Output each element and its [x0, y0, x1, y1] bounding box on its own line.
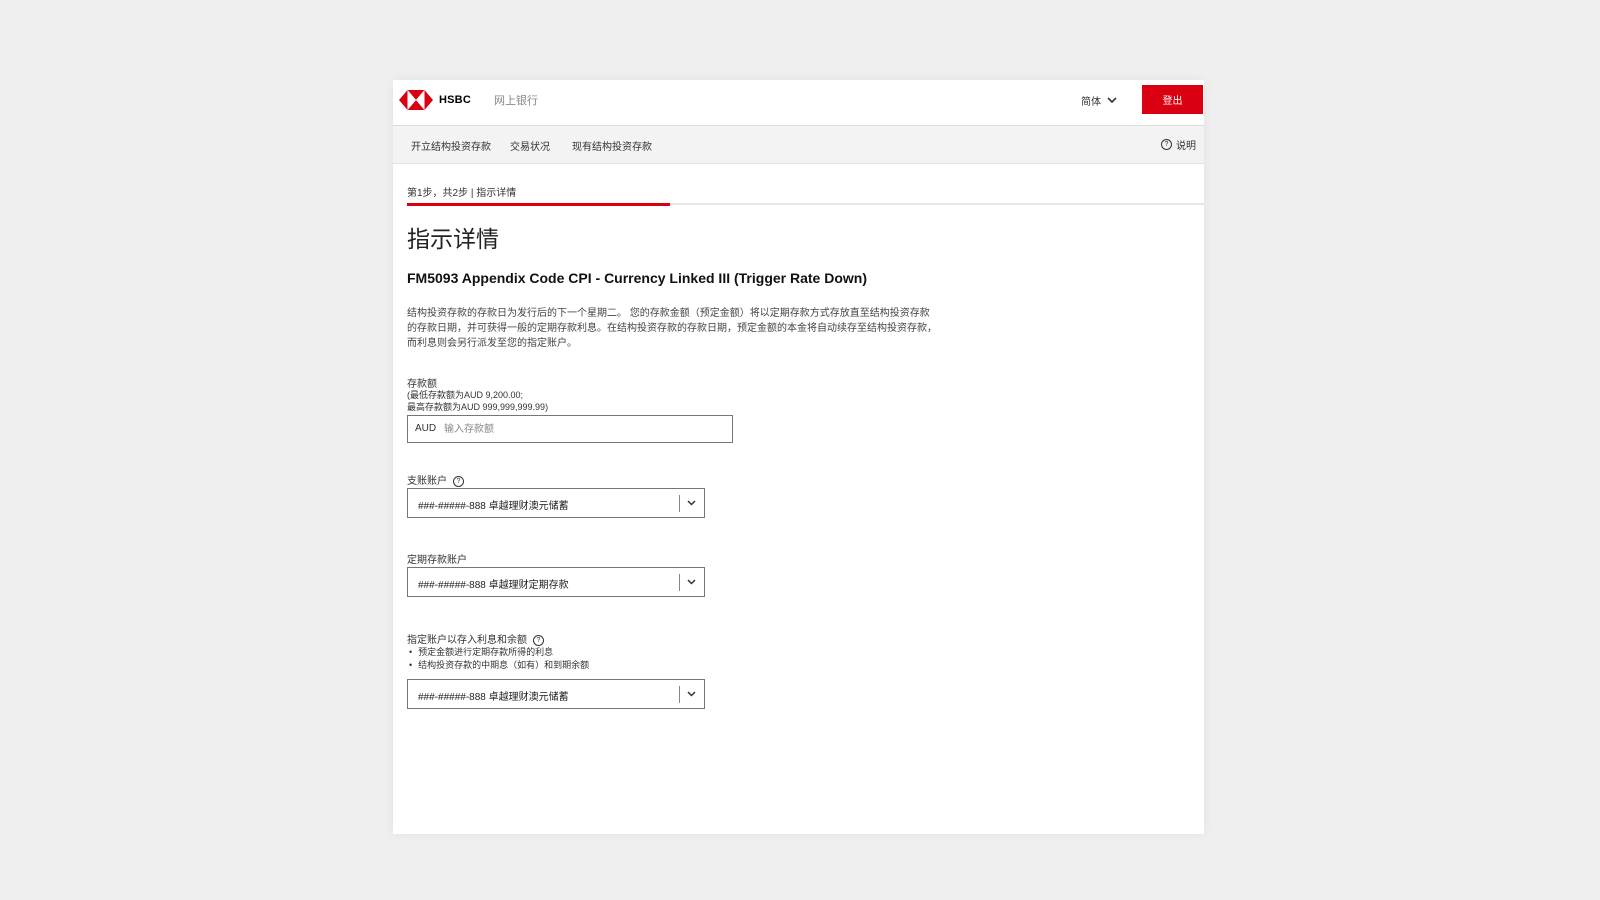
sub-navigation: 开立结构投资存款 交易状况 现有结构投资存款 ? 说明 — [393, 126, 1204, 164]
deposit-amount-label: 存款额 — [407, 379, 437, 390]
logout-button[interactable]: 登出 — [1142, 85, 1203, 114]
select-divider — [679, 574, 680, 591]
chevron-down-icon — [687, 579, 696, 585]
language-selector[interactable]: 简体 — [1081, 93, 1117, 108]
tab-open-structured-deposit[interactable]: 开立结构投资存款 — [411, 138, 491, 153]
step-indicator: 第1步，共2步 | 指示详情 — [407, 188, 517, 199]
app-window: HSBC 网上银行 简体 登出 开立结构投资存款 交易状况 现有结构投资存款 ?… — [393, 80, 1204, 834]
time-deposit-account-value: ###-#####-888 卓越理财定期存款 — [418, 580, 569, 591]
debit-account-label: 支账账户 — [407, 476, 447, 487]
language-label: 简体 — [1081, 97, 1101, 108]
top-header: HSBC 网上银行 简体 登出 — [393, 80, 1204, 126]
debit-account-select[interactable]: ###-#####-888 卓越理财澳元储蓄 — [407, 488, 705, 518]
chevron-down-icon — [1107, 97, 1117, 104]
chevron-down-icon — [687, 500, 696, 506]
page-title: 指示详情 — [407, 226, 499, 252]
list-item: 预定金额进行定期存款所得的利息 — [407, 646, 589, 659]
designated-account-notes: 预定金额进行定期存款所得的利息 结构投资存款的中期息（如有）和到期余额 — [407, 646, 589, 672]
question-circle-icon[interactable]: ? — [453, 475, 464, 487]
product-description: 结构投资存款的存款日为发行后的下一个星期二。 您的存款金额（预定金额）将以定期存… — [407, 308, 937, 349]
select-divider — [679, 495, 680, 512]
debit-account-value: ###-#####-888 卓越理财澳元储蓄 — [418, 501, 569, 512]
progress-bar — [407, 202, 1204, 206]
question-circle-icon: ? — [1161, 139, 1172, 150]
deposit-amount-input[interactable] — [444, 420, 724, 438]
chevron-down-icon — [687, 691, 696, 697]
designated-account-label-row: 指定账户以存入利息和余额? — [407, 631, 544, 646]
tab-transaction-status[interactable]: 交易状况 — [510, 138, 550, 153]
deposit-amount-field[interactable]: AUD — [407, 415, 733, 443]
select-divider — [679, 686, 680, 703]
time-deposit-account-label: 定期存款账户 — [407, 555, 467, 566]
debit-account-label-row: 支账账户? — [407, 472, 464, 487]
designated-account-value: ###-#####-888 卓越理财澳元储蓄 — [418, 692, 569, 703]
deposit-min-hint: (最低存款额为AUD 9,200.00; — [407, 390, 524, 400]
currency-prefix: AUD — [415, 423, 437, 434]
help-link[interactable]: ? 说明 — [1161, 137, 1196, 152]
brand-name: HSBC — [439, 94, 471, 106]
progress-bar-fill — [407, 202, 670, 206]
deposit-max-hint: 最高存款额为AUD 999,999,999.99) — [407, 402, 549, 412]
question-circle-icon[interactable]: ? — [533, 634, 544, 646]
time-deposit-account-select[interactable]: ###-#####-888 卓越理财定期存款 — [407, 567, 705, 597]
product-title: FM5093 Appendix Code CPI - Currency Link… — [407, 270, 867, 286]
designated-account-select[interactable]: ###-#####-888 卓越理财澳元储蓄 — [407, 679, 705, 709]
hsbc-logo-icon[interactable] — [399, 90, 433, 110]
app-name: 网上银行 — [494, 95, 538, 107]
designated-account-label: 指定账户以存入利息和余额 — [407, 635, 527, 646]
help-label: 说明 — [1176, 141, 1196, 152]
list-item: 结构投资存款的中期息（如有）和到期余额 — [407, 659, 589, 672]
tab-existing-structured-deposits[interactable]: 现有结构投资存款 — [572, 138, 652, 153]
